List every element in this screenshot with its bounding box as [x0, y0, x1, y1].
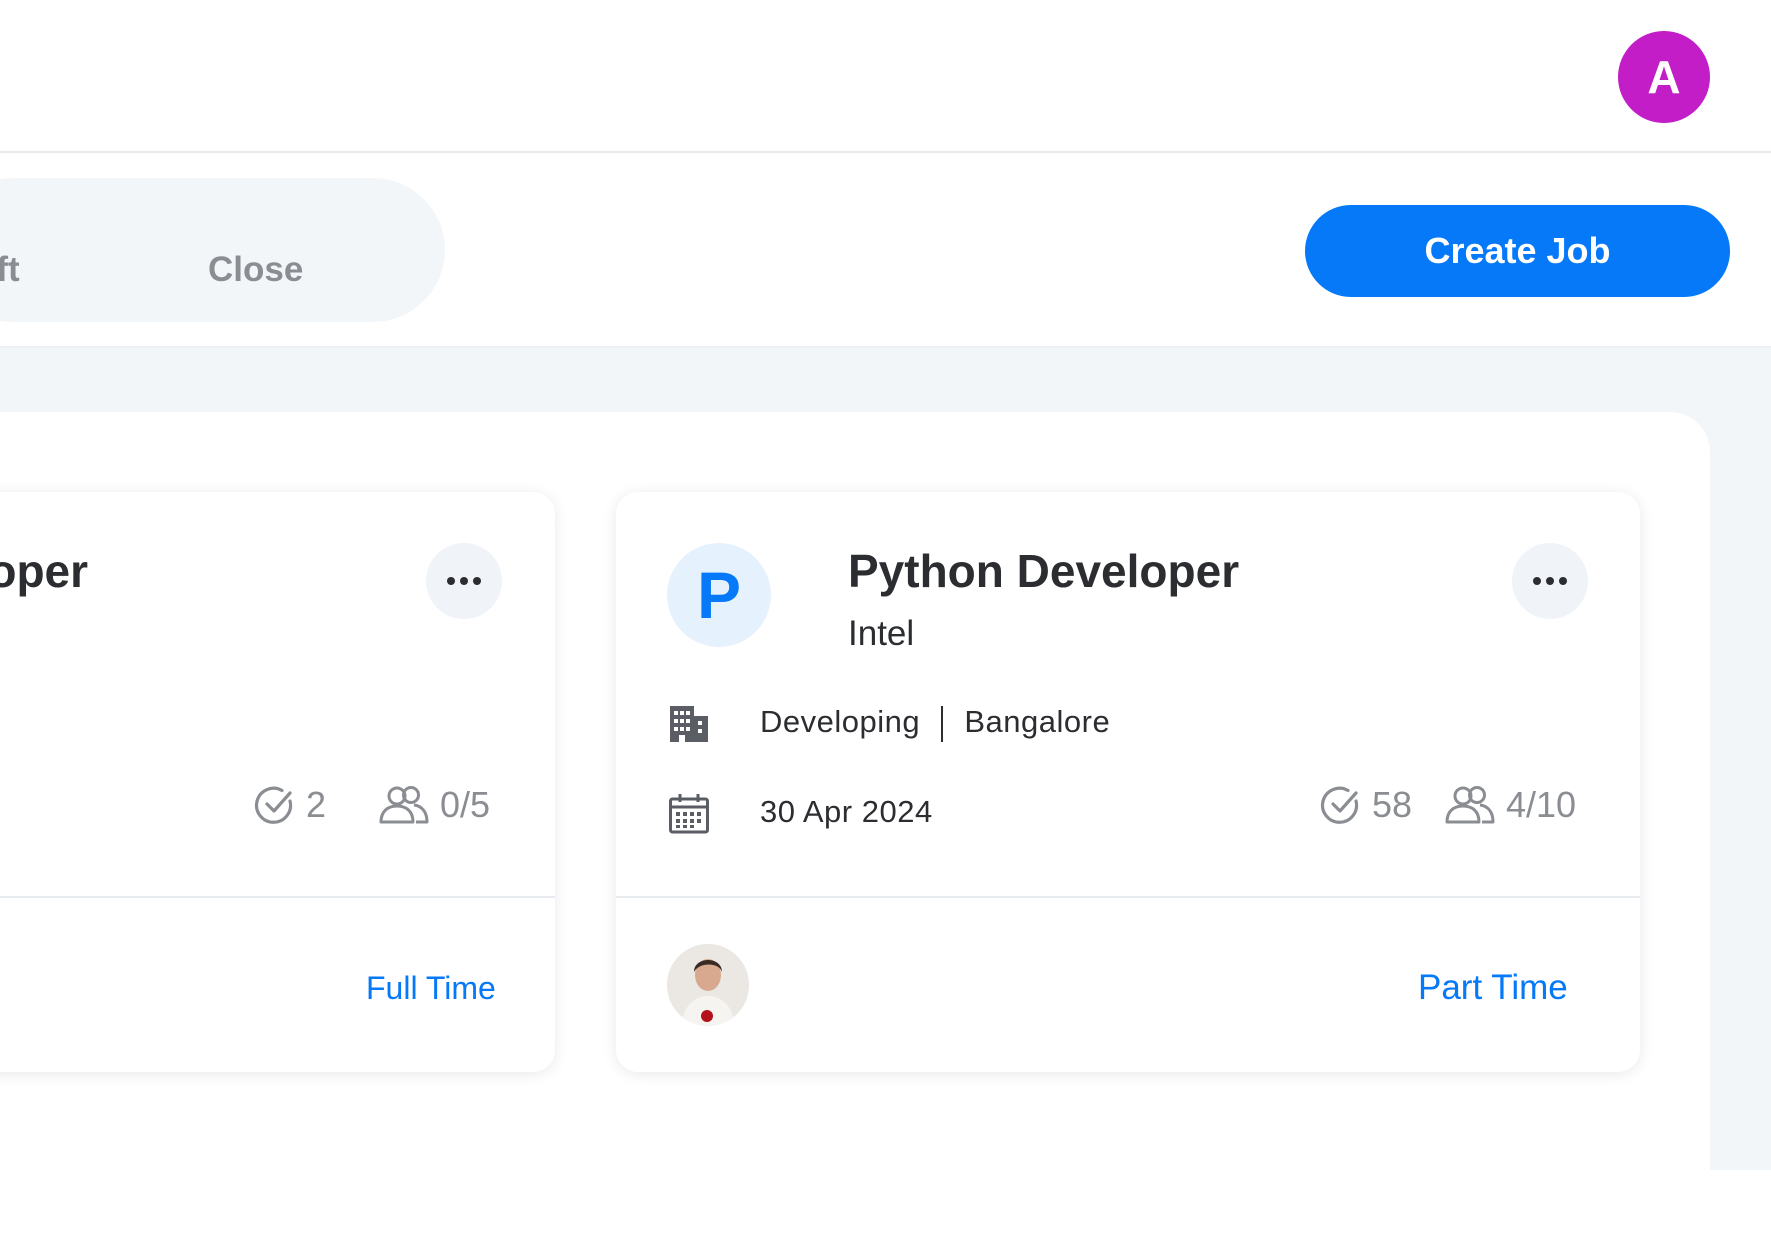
applied-count: 2: [306, 784, 327, 825]
card-divider: [616, 896, 1640, 898]
building-icon: [670, 706, 708, 742]
more-dots-icon: [1533, 577, 1567, 585]
job-card[interactable]: eloper 2 0/5 Full Time: [0, 492, 555, 1072]
job-title[interactable]: Python Developer: [848, 544, 1239, 598]
status-tabs: Draft Close: [0, 178, 445, 322]
posted-date: 30 Apr 2024: [760, 794, 933, 829]
job-type-badge[interactable]: Part Time: [1418, 968, 1568, 1008]
hired-count: 0/5: [440, 784, 491, 825]
applied-stat: 2: [254, 784, 326, 826]
people-icon: [1445, 786, 1495, 824]
hired-stat: 4/10: [1444, 784, 1576, 826]
people-icon: [379, 786, 429, 824]
location: Bangalore: [964, 704, 1111, 739]
job-title: eloper: [0, 545, 89, 597]
company-name: Intel: [848, 614, 915, 653]
check-circle-icon: [254, 786, 293, 824]
calendar-icon: [669, 794, 709, 834]
top-header: A: [0, 0, 1771, 153]
recruiter-avatar[interactable]: [667, 944, 749, 1026]
more-dots-icon: [447, 577, 481, 585]
tab-close[interactable]: Close: [208, 250, 303, 290]
company-logo: P: [667, 543, 771, 647]
create-job-button[interactable]: Create Job: [1305, 205, 1730, 297]
applied-count: 58: [1372, 784, 1413, 825]
user-avatar[interactable]: A: [1618, 31, 1710, 123]
applied-stat: 58: [1320, 784, 1412, 826]
hired-stat: 0/5: [378, 784, 490, 826]
job-card[interactable]: P Python Developer Intel Developing Bang…: [616, 492, 1640, 1072]
tab-bar: Draft Close Create Job: [0, 153, 1771, 348]
check-circle-icon: [1320, 786, 1359, 824]
separator: [941, 705, 944, 742]
tab-draft[interactable]: Draft: [0, 250, 20, 290]
user-avatar-letter: A: [1647, 51, 1681, 103]
company-logo-letter: P: [696, 558, 742, 632]
department: Developing: [760, 704, 921, 739]
job-options-button[interactable]: [426, 543, 502, 619]
department-location: Developing Bangalore: [760, 704, 1110, 742]
job-type-badge[interactable]: Full Time: [366, 970, 496, 1007]
hired-count: 4/10: [1506, 784, 1577, 825]
recruiter-photo: [667, 944, 749, 1026]
job-options-button[interactable]: [1512, 543, 1588, 619]
card-divider: [0, 896, 555, 898]
